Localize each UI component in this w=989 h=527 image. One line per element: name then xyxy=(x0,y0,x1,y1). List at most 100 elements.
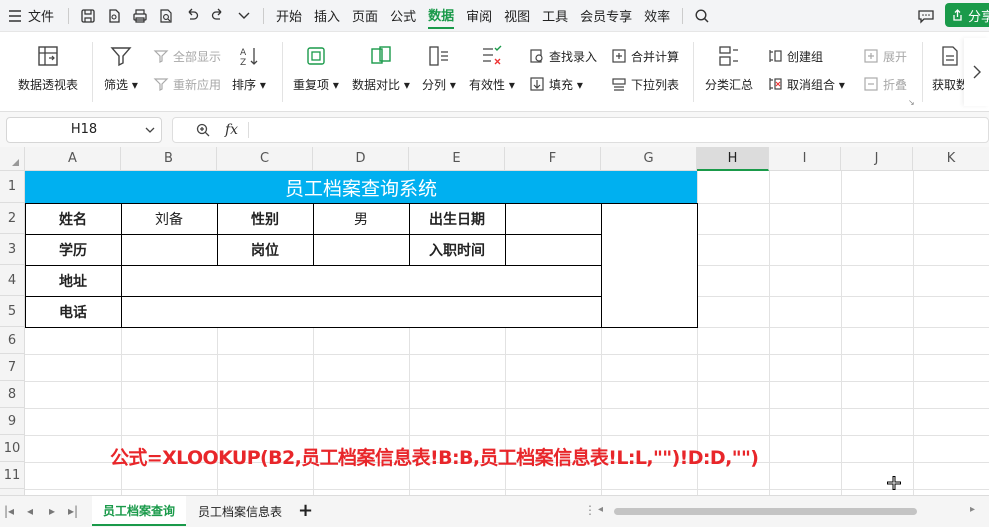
col-header-j[interactable]: J xyxy=(841,147,913,171)
col-header-c[interactable]: C xyxy=(217,147,313,171)
row-header-5[interactable]: 5 xyxy=(0,296,25,327)
col-header-g[interactable]: G xyxy=(601,147,697,171)
ribbon-scroll-right-button[interactable] xyxy=(964,38,989,106)
education-label-cell[interactable]: 学历 xyxy=(25,234,121,265)
fill-button[interactable]: 填充 ▾ xyxy=(528,74,583,94)
birth-date-value-cell[interactable] xyxy=(505,203,601,234)
more-chevron-down-icon[interactable] xyxy=(231,0,257,31)
chevron-down-icon[interactable] xyxy=(145,127,155,133)
pivot-table-button[interactable]: 数据透视表 xyxy=(18,32,78,93)
find-entry-button[interactable]: 查找录入 xyxy=(528,46,597,66)
zoom-search-icon[interactable] xyxy=(195,122,211,138)
select-all-corner[interactable] xyxy=(0,147,25,171)
row-header-7[interactable]: 7 xyxy=(0,354,25,381)
title-banner-cell[interactable]: 员工档案查询系统 xyxy=(25,171,697,203)
col-header-d[interactable]: D xyxy=(313,147,409,171)
share-button[interactable]: 分享 xyxy=(945,3,989,27)
horizontal-scrollbar-thumb[interactable] xyxy=(614,508,917,515)
row-header-4[interactable]: 4 xyxy=(0,265,25,296)
row-header-3[interactable]: 3 xyxy=(0,234,25,265)
row-header-9[interactable]: 9 xyxy=(0,408,25,435)
spreadsheet-grid[interactable]: A B C D E F G H I J K 1 2 3 4 5 6 7 8 9 … xyxy=(0,147,989,495)
print-preview-icon[interactable] xyxy=(153,0,179,31)
row-header-1[interactable]: 1 xyxy=(0,171,25,203)
education-value-cell[interactable] xyxy=(121,234,217,265)
name-box[interactable]: H18 xyxy=(6,116,162,143)
tab-review[interactable]: 审阅 xyxy=(466,0,492,31)
tab-page[interactable]: 页面 xyxy=(352,0,378,31)
hamburger-menu-icon[interactable] xyxy=(2,0,28,31)
fx-icon[interactable]: fx xyxy=(225,122,238,138)
search-icon[interactable] xyxy=(689,0,715,31)
col-header-b[interactable]: B xyxy=(121,147,217,171)
name-label-cell[interactable]: 姓名 xyxy=(25,203,121,234)
col-header-e[interactable]: E xyxy=(409,147,505,171)
export-pdf-icon[interactable] xyxy=(101,0,127,31)
expand-button[interactable]: 展开 xyxy=(862,46,907,66)
birth-date-label-cell[interactable]: 出生日期 xyxy=(409,203,505,234)
subtotal-button[interactable]: 分类汇总 xyxy=(705,32,753,93)
phone-label-cell[interactable]: 电话 xyxy=(25,296,121,327)
hscroll-right-icon[interactable]: ▸ xyxy=(970,504,975,515)
photo-cell[interactable] xyxy=(601,203,697,327)
first-sheet-icon[interactable]: |◂ xyxy=(4,504,14,518)
dropdown-list-button[interactable]: 下拉列表 xyxy=(610,74,679,94)
hire-date-value-cell[interactable] xyxy=(505,234,601,265)
duplicates-button[interactable]: 重复项 ▾ xyxy=(293,32,339,93)
last-sheet-icon[interactable]: ▸| xyxy=(68,504,78,518)
validity-button[interactable]: 有效性 ▾ xyxy=(469,32,515,93)
tabs-more-icon[interactable]: ⋮ xyxy=(584,503,596,517)
collapse-button[interactable]: 折叠 xyxy=(862,74,907,94)
tab-efficiency[interactable]: 效率 xyxy=(644,0,670,31)
tab-view[interactable]: 视图 xyxy=(504,0,530,31)
merge-calc-button[interactable]: 合并计算 xyxy=(610,46,679,66)
position-label-cell[interactable]: 岗位 xyxy=(217,234,313,265)
row-header-8[interactable]: 8 xyxy=(0,381,25,408)
filter-button[interactable]: 筛选 ▾ xyxy=(104,32,138,93)
col-header-h[interactable]: H xyxy=(697,147,769,171)
gender-value-cell[interactable]: 男 xyxy=(313,203,409,234)
hire-date-label-cell[interactable]: 入职时间 xyxy=(409,234,505,265)
row-header-10[interactable]: 10 xyxy=(0,435,25,462)
tab-data[interactable]: 数据 xyxy=(428,3,455,29)
group-launcher-icon[interactable]: ↘ xyxy=(908,98,915,107)
sheet-tab-info[interactable]: 员工档案信息表 xyxy=(190,496,290,526)
hscroll-left-icon[interactable]: ◂ xyxy=(598,504,603,515)
tab-member[interactable]: 会员专享 xyxy=(580,0,632,31)
next-sheet-icon[interactable]: ▸ xyxy=(49,504,55,518)
show-all-button[interactable]: 全部显示 xyxy=(152,46,221,66)
tab-formula[interactable]: 公式 xyxy=(390,0,416,31)
col-header-i[interactable]: I xyxy=(769,147,841,171)
prev-sheet-icon[interactable]: ◂ xyxy=(27,504,33,518)
address-label-cell[interactable]: 地址 xyxy=(25,265,121,296)
row-header-6[interactable]: 6 xyxy=(0,327,25,354)
comment-bubble-icon[interactable] xyxy=(913,0,939,31)
tab-insert[interactable]: 插入 xyxy=(314,0,340,31)
formula-input-area[interactable]: fx xyxy=(172,116,989,143)
add-sheet-button[interactable]: + xyxy=(298,500,313,521)
sort-button[interactable]: AZ 排序 ▾ xyxy=(232,32,266,93)
redo-icon[interactable] xyxy=(205,0,231,31)
address-value-cell[interactable] xyxy=(121,265,601,296)
print-icon[interactable] xyxy=(127,0,153,31)
create-group-button[interactable]: 创建组 xyxy=(766,46,823,66)
sheet-tab-query[interactable]: 员工档案查询 xyxy=(92,496,186,526)
col-header-k[interactable]: K xyxy=(913,147,989,171)
reapply-button[interactable]: 重新应用 xyxy=(152,74,221,94)
data-compare-button[interactable]: 数据对比 ▾ xyxy=(352,32,410,93)
name-value-cell[interactable]: 刘备 xyxy=(121,203,217,234)
ungroup-button[interactable]: 取消组合 ▾ xyxy=(766,74,845,94)
split-column-button[interactable]: 分列 ▾ xyxy=(422,32,456,93)
col-header-f[interactable]: F xyxy=(505,147,601,171)
gender-label-cell[interactable]: 性别 xyxy=(217,203,313,234)
row-header-2[interactable]: 2 xyxy=(0,203,25,234)
position-value-cell[interactable] xyxy=(313,234,409,265)
undo-icon[interactable] xyxy=(179,0,205,31)
file-menu[interactable]: 文件 xyxy=(28,0,54,31)
save-icon[interactable] xyxy=(75,0,101,31)
get-data-button[interactable]: 获取数 xyxy=(932,32,968,93)
col-header-a[interactable]: A xyxy=(25,147,121,171)
tab-home[interactable]: 开始 xyxy=(276,0,302,31)
phone-value-cell[interactable] xyxy=(121,296,601,327)
row-header-11[interactable]: 11 xyxy=(0,462,25,489)
